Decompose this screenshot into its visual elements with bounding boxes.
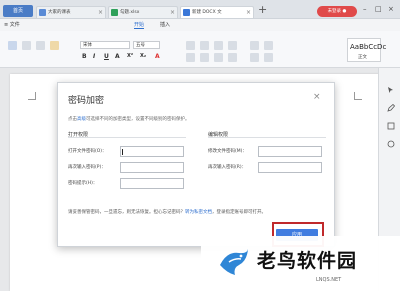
tab-label: 新建 DOCX 文 xyxy=(192,10,222,15)
align-right-icon[interactable] xyxy=(214,53,223,62)
cut-icon[interactable] xyxy=(22,41,31,50)
font-color-button[interactable]: A xyxy=(155,53,160,60)
menu-start[interactable]: 开始 xyxy=(134,21,145,29)
style-name: 正文 xyxy=(358,55,367,60)
format-painter-icon[interactable] xyxy=(50,41,59,50)
sort-icon[interactable] xyxy=(264,41,273,50)
subscript-button[interactable]: X₂ xyxy=(140,53,146,59)
indent-icon[interactable] xyxy=(214,41,223,50)
close-icon[interactable]: × xyxy=(98,7,103,18)
dialog-hint: 点击高级可选择不同的加密类型，设置不同级别的密码保护。 xyxy=(68,116,190,122)
border-icon[interactable] xyxy=(264,53,273,62)
dialog-title: 密码加密 xyxy=(68,96,105,106)
open-password-input[interactable] xyxy=(120,146,184,157)
spreadsheet-icon xyxy=(111,9,118,16)
tab-label: 勾题.xlsx xyxy=(120,10,140,15)
ribbon-toolbar xyxy=(0,31,400,68)
watermark: 老鸟软件园 LNQS.NET xyxy=(201,236,400,291)
bird-logo-icon xyxy=(220,249,248,275)
pen-icon[interactable] xyxy=(387,104,395,112)
bold-button[interactable]: B xyxy=(82,53,87,60)
tab-label: 大家的课表 xyxy=(48,10,71,15)
confirm-open-password-label: 再次输入密码(P)： xyxy=(68,165,106,170)
justify-icon[interactable] xyxy=(228,53,237,62)
modify-password-input[interactable] xyxy=(258,146,322,157)
confirm-modify-password-input[interactable] xyxy=(258,162,322,173)
bullet-list-icon[interactable] xyxy=(186,41,195,50)
close-icon[interactable]: × xyxy=(246,7,251,18)
font-size-select[interactable]: 五号 xyxy=(133,41,160,49)
login-button[interactable]: 未登录 ● xyxy=(317,6,357,17)
confirm-open-password-input[interactable] xyxy=(120,162,184,173)
new-tab-button[interactable]: + xyxy=(258,4,267,16)
warning-prefix: 请妥善保管密码，一旦遗忘，则无法恢复。担心忘记密码？ xyxy=(68,210,185,215)
style-normal[interactable]: AaBbCcDc 正文 xyxy=(347,38,386,62)
watermark-title: 老鸟软件园 xyxy=(257,250,358,272)
minimize-icon[interactable]: – xyxy=(363,5,367,13)
advanced-link[interactable]: 高级 xyxy=(77,117,86,122)
tab-spreadsheet[interactable]: 勾题.xlsx × xyxy=(108,6,178,18)
document-icon xyxy=(39,9,46,16)
help-icon[interactable] xyxy=(387,140,395,148)
watermark-url: LNQS.NET xyxy=(316,277,342,283)
outdent-icon[interactable] xyxy=(228,41,237,50)
shading-icon[interactable] xyxy=(250,53,259,62)
close-icon[interactable]: × xyxy=(170,7,175,18)
document-icon xyxy=(183,9,190,16)
tab-new-docx[interactable]: 新建 DOCX 文 × xyxy=(180,6,254,18)
tab-bar: 首页 大家的课表 × 勾题.xlsx × 新建 DOCX 文 × + 未登录 ●… xyxy=(0,0,400,19)
private-document-link[interactable]: 转为私密文档 xyxy=(185,210,212,215)
confirm-modify-password-label: 再次输入密码(R)： xyxy=(208,165,247,170)
align-center-icon[interactable] xyxy=(200,53,209,62)
style-sample: AaBbCcDc xyxy=(350,43,387,51)
close-icon[interactable]: × xyxy=(313,92,321,102)
underline-button[interactable]: U xyxy=(104,53,109,60)
divider xyxy=(68,137,186,138)
menu-insert[interactable]: 插入 xyxy=(160,21,170,28)
modify-password-label: 修改文件密码(M)： xyxy=(208,149,247,154)
paste-icon[interactable] xyxy=(8,41,17,50)
margin-corner-mark xyxy=(28,92,36,100)
select-icon[interactable] xyxy=(387,86,395,94)
align-left-icon[interactable] xyxy=(186,53,195,62)
password-warning: 请妥善保管密码，一旦遗忘，则无法恢复。担心忘记密码？转为私密文档，登录指定账号即… xyxy=(68,209,266,215)
numbered-list-icon[interactable] xyxy=(200,41,209,50)
superscript-button[interactable]: X² xyxy=(127,53,133,59)
shape-icon[interactable] xyxy=(387,122,395,130)
tab-document-schedule[interactable]: 大家的课表 × xyxy=(36,6,106,18)
warning-suffix: ，登录指定账号即可打开。 xyxy=(212,210,266,215)
margin-corner-mark xyxy=(354,92,362,100)
strikethrough-button[interactable]: A xyxy=(115,53,120,60)
home-tab[interactable]: 首页 xyxy=(3,5,33,17)
menu-file[interactable]: ≡ 文件 xyxy=(4,21,20,28)
font-family-select[interactable]: 宋体 xyxy=(80,41,130,49)
text-caret xyxy=(122,149,123,155)
open-password-label: 打开文件密码(O)： xyxy=(68,149,107,154)
line-spacing-icon[interactable] xyxy=(250,41,259,50)
divider xyxy=(208,137,326,138)
hint-prefix: 点击 xyxy=(68,117,77,122)
maximize-icon[interactable]: □ xyxy=(375,5,382,13)
password-hint-input[interactable] xyxy=(120,178,184,189)
copy-icon[interactable] xyxy=(36,41,45,50)
hint-suffix: 可选择不同的加密类型，设置不同级别的密码保护。 xyxy=(86,117,190,122)
italic-button[interactable]: I xyxy=(93,53,95,60)
menu-bar: ≡ 文件 开始 插入 xyxy=(0,19,400,31)
password-hint-label: 密码提示(H)： xyxy=(68,181,98,186)
close-window-icon[interactable]: × xyxy=(388,5,394,13)
